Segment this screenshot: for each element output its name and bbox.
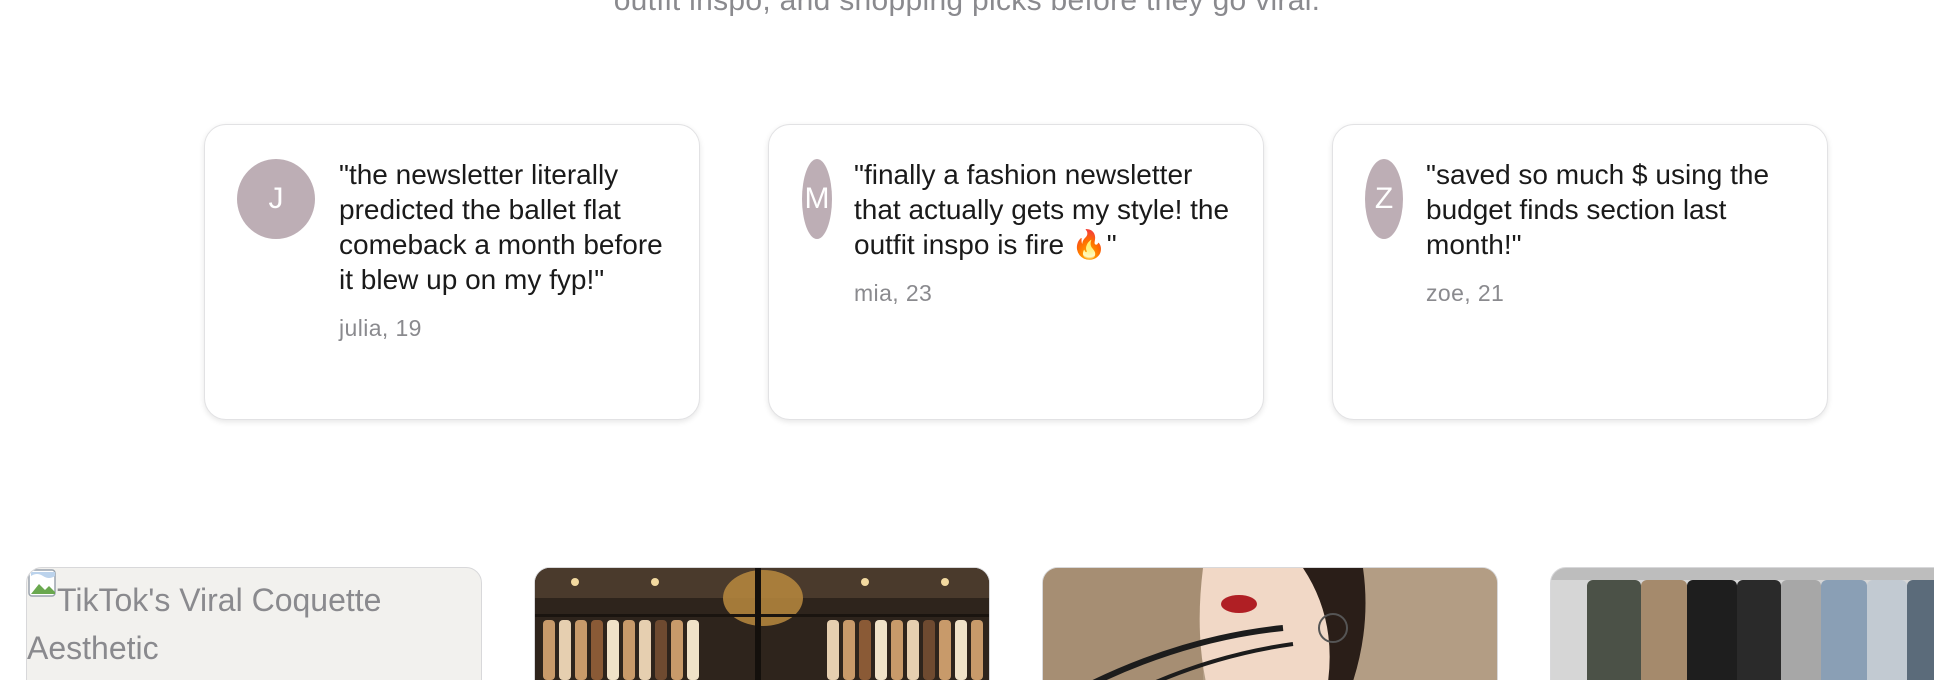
testimonial-quote: "saved so much $ using the budget finds … [1426, 159, 1770, 260]
avatar: Z [1365, 159, 1403, 239]
testimonial-body: "finally a fashion newsletter that actua… [854, 157, 1233, 311]
testimonial-card: M "finally a fashion newsletter that act… [768, 124, 1264, 420]
avatar: J [237, 159, 315, 239]
closet-photo [1551, 568, 1934, 680]
testimonial-body: "saved so much $ using the budget finds … [1426, 157, 1797, 311]
image-alt-text: TikTok's Viral Coquette Aesthetic [27, 576, 447, 672]
model-photo [1043, 568, 1497, 680]
page: outfit inspo, and shopping picks before … [0, 0, 1934, 680]
gallery-tile-boutique[interactable] [534, 567, 990, 680]
hero-subtitle: outfit inspo, and shopping picks before … [613, 0, 1321, 17]
testimonial-card: J "the newsletter literally predicted th… [204, 124, 700, 420]
testimonial-author: zoe, 21 [1426, 280, 1505, 306]
gallery-tile-coquette[interactable]: TikTok's Viral Coquette Aesthetic [26, 567, 482, 680]
avatar: M [802, 159, 832, 239]
testimonial-author: mia, 23 [854, 280, 933, 306]
testimonial-quote: "finally a fashion newsletter that actua… [854, 159, 1230, 260]
gallery-tile-closet[interactable] [1550, 567, 1934, 680]
testimonial-quote: "the newsletter literally predicted the … [339, 159, 663, 295]
image-alt-label: TikTok's Viral Coquette Aesthetic [27, 582, 382, 666]
testimonial-card: Z "saved so much $ using the budget find… [1332, 124, 1828, 420]
gallery-tile-model[interactable] [1042, 567, 1498, 680]
testimonial-body: "the newsletter literally predicted the … [339, 157, 669, 346]
boutique-photo [535, 568, 989, 680]
testimonial-author: julia, 19 [339, 315, 422, 341]
